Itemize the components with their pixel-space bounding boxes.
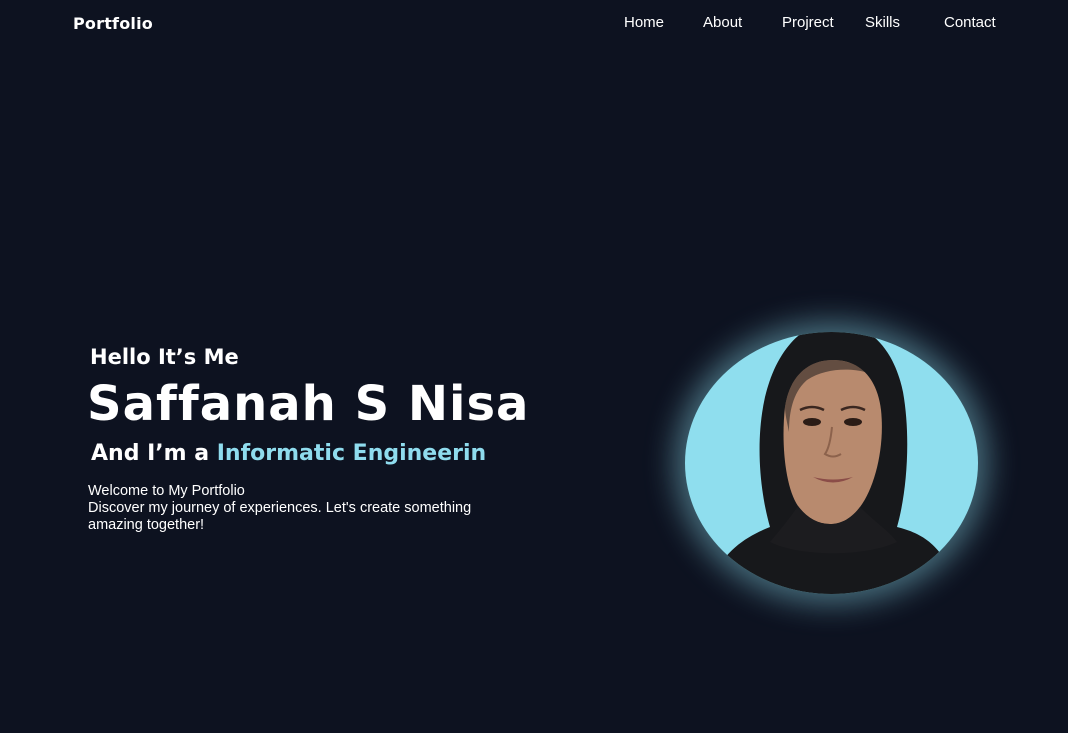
profile-photo-portrait bbox=[705, 332, 960, 594]
intro-line-2: Discover my journey of experiences. Let'… bbox=[88, 500, 472, 516]
portfolio-page: Portfolio Home About Projrect Skills Con… bbox=[0, 0, 1068, 733]
hero-role: And I’m a Informatic Engineerin bbox=[91, 441, 486, 466]
intro-line-3: amazing together! bbox=[88, 517, 205, 533]
hero-role-prefix: And I’m a bbox=[91, 441, 210, 466]
hero-role-accent: Informatic Engineerin bbox=[216, 441, 487, 466]
hero-name: Saffanah S Nisa bbox=[87, 376, 530, 432]
nav-contact-link[interactable]: Contact bbox=[944, 14, 996, 31]
nav-about-link[interactable]: About bbox=[703, 14, 742, 31]
hero-intro: Welcome to My Portfolio Discover my jour… bbox=[88, 483, 508, 534]
intro-line-1: Welcome to My Portfolio bbox=[88, 483, 245, 499]
hero-greeting: Hello It’s Me bbox=[90, 345, 239, 369]
nav-skills-link[interactable]: Skills bbox=[865, 14, 900, 31]
main-nav: Home About Projrect Skills Contact bbox=[0, 14, 1068, 34]
nav-project-link[interactable]: Projrect bbox=[782, 14, 834, 31]
nav-home-link[interactable]: Home bbox=[624, 14, 664, 31]
profile-photo bbox=[685, 322, 978, 594]
